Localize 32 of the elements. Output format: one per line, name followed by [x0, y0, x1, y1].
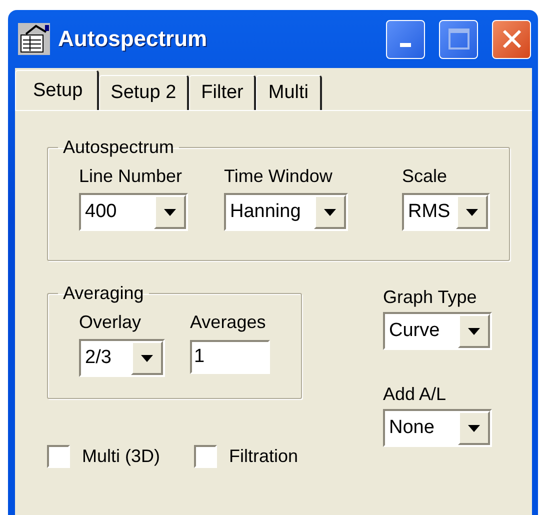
- tab[interactable]: Setup: [15, 70, 99, 110]
- minimize-icon: [400, 43, 411, 47]
- field-label: Line Number: [79, 166, 182, 187]
- dropdown[interactable]: Hanning: [224, 193, 348, 231]
- input-field[interactable]: 1: [190, 340, 270, 374]
- maximize-icon: [448, 28, 470, 50]
- tab[interactable]: Setup 2: [98, 75, 190, 110]
- checkbox-label: Filtration: [229, 446, 298, 467]
- close-button[interactable]: [492, 20, 531, 58]
- checkbox-label: Multi (3D): [82, 446, 160, 467]
- dropdown[interactable]: 2/3: [79, 339, 165, 377]
- minimize-button[interactable]: [386, 20, 425, 58]
- close-icon: [502, 29, 522, 49]
- window-title: Autospectrum: [58, 26, 208, 52]
- dropdown[interactable]: Curve: [383, 312, 492, 350]
- field-label: Time Window: [224, 166, 332, 187]
- field-label: Overlay: [79, 312, 142, 333]
- maximize-button[interactable]: [439, 20, 478, 58]
- tab[interactable]: Multi: [256, 75, 322, 110]
- dropdown[interactable]: RMS: [402, 193, 490, 231]
- checkbox[interactable]: [194, 445, 218, 468]
- field-label: Graph Type: [383, 287, 478, 308]
- app-icon: [18, 23, 50, 55]
- field-label: Add A/L: [383, 384, 448, 405]
- group-title: Autospectrum: [62, 137, 176, 158]
- field-label: Scale: [402, 166, 448, 187]
- field-label: Averages: [190, 312, 266, 333]
- tab[interactable]: Filter: [189, 75, 256, 110]
- dropdown[interactable]: 400: [79, 193, 188, 231]
- checkbox[interactable]: [47, 445, 70, 468]
- dropdown[interactable]: None: [383, 409, 492, 447]
- group-title: Averaging: [62, 283, 145, 304]
